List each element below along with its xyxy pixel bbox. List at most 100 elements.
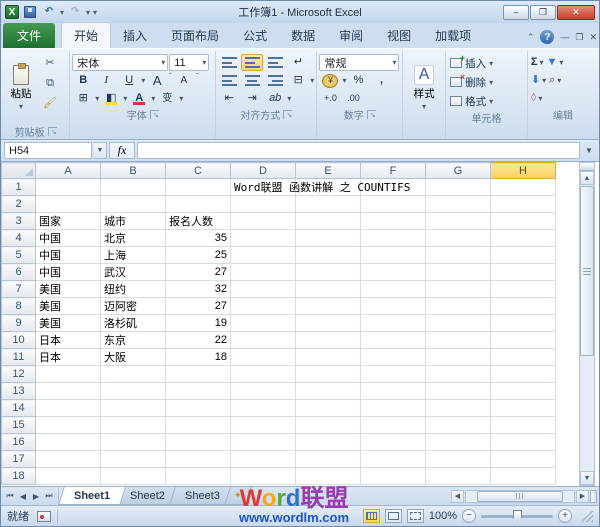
cell-C8[interactable]: 27	[166, 298, 231, 315]
cell-G18[interactable]	[426, 468, 491, 485]
cell-B2[interactable]	[101, 196, 166, 213]
phonetic-dropdown-icon[interactable]: ▾	[179, 94, 183, 103]
cell-B6[interactable]: 武汉	[101, 264, 166, 281]
scroll-left-icon[interactable]: ◀	[451, 490, 464, 503]
cell-G14[interactable]	[426, 400, 491, 417]
cell-F14[interactable]	[361, 400, 426, 417]
fill-button[interactable]: ⬇▾	[530, 72, 547, 89]
tab-视图[interactable]: 视图	[375, 23, 423, 48]
macro-record-icon[interactable]	[37, 511, 51, 522]
horizontal-scroll-thumb[interactable]	[477, 491, 563, 502]
currency-format-button[interactable]: ¥	[319, 72, 341, 89]
cell-G2[interactable]	[426, 196, 491, 213]
tab-file[interactable]: 文件	[3, 23, 55, 48]
cell-A1[interactable]	[36, 179, 101, 196]
cell-F16[interactable]	[361, 434, 426, 451]
prev-sheet-icon[interactable]: ◀	[17, 492, 29, 501]
cell-B9[interactable]: 洛杉矶	[101, 315, 166, 332]
cell-C4[interactable]: 35	[166, 230, 231, 247]
cell-C15[interactable]	[166, 417, 231, 434]
first-sheet-icon[interactable]: ⏮	[4, 491, 16, 501]
cell-E5[interactable]	[296, 247, 361, 264]
row-header-10[interactable]: 10	[2, 332, 36, 349]
excel-app-icon[interactable]: X	[5, 5, 19, 19]
middle-align-button[interactable]	[241, 54, 263, 71]
cell-C9[interactable]: 19	[166, 315, 231, 332]
help-icon[interactable]: ?	[540, 30, 554, 44]
row-header-7[interactable]: 7	[2, 281, 36, 298]
cell-C11[interactable]: 18	[166, 349, 231, 366]
row-header-11[interactable]: 11	[2, 349, 36, 366]
cell-D12[interactable]	[231, 366, 296, 383]
cell-F7[interactable]	[361, 281, 426, 298]
normal-view-button[interactable]	[363, 509, 380, 523]
tab-加载项[interactable]: 加载项	[423, 23, 483, 48]
scroll-down-icon[interactable]: ▼	[580, 471, 594, 485]
cell-G3[interactable]	[426, 213, 491, 230]
cell-D15[interactable]	[231, 417, 296, 434]
styles-button[interactable]: A 样式 ▾	[407, 52, 441, 124]
cell-H8[interactable]	[491, 298, 556, 315]
row-header-15[interactable]: 15	[2, 417, 36, 434]
fill-color-button[interactable]: ◧	[100, 90, 122, 107]
grow-font-button[interactable]: A	[146, 72, 168, 89]
cell-B10[interactable]: 东京	[101, 332, 166, 349]
vertical-scroll-thumb[interactable]	[580, 186, 594, 356]
cell-E15[interactable]	[296, 417, 361, 434]
cell-H1[interactable]	[491, 179, 556, 196]
percent-format-button[interactable]: %	[347, 72, 369, 89]
formula-input[interactable]	[137, 142, 580, 159]
vertical-scrollbar[interactable]: ▲ ▼	[579, 162, 595, 486]
column-header-F[interactable]: F	[361, 163, 426, 179]
paste-dropdown-icon[interactable]: ▾	[19, 102, 23, 111]
delete-cells-button[interactable]: 删除▾	[448, 73, 525, 91]
cell-E7[interactable]	[296, 281, 361, 298]
cell-G12[interactable]	[426, 366, 491, 383]
cell-C12[interactable]	[166, 366, 231, 383]
cell-E14[interactable]	[296, 400, 361, 417]
column-header-C[interactable]: C	[166, 163, 231, 179]
cell-D16[interactable]	[231, 434, 296, 451]
sort-filter-button[interactable]: ▼▾	[546, 54, 565, 71]
cell-G1[interactable]	[426, 179, 491, 196]
next-sheet-icon[interactable]: ▶	[30, 492, 42, 501]
cell-H4[interactable]	[491, 230, 556, 247]
column-header-B[interactable]: B	[101, 163, 166, 179]
cell-H14[interactable]	[491, 400, 556, 417]
font-dialog-launcher-icon[interactable]: ↘	[150, 110, 159, 119]
cell-B8[interactable]: 迈阿密	[101, 298, 166, 315]
undo-button[interactable]: ↶	[41, 5, 57, 19]
insert-cells-button[interactable]: 插入▾	[448, 54, 525, 72]
column-header-G[interactable]: G	[426, 163, 491, 179]
cell-H11[interactable]	[491, 349, 556, 366]
currency-dropdown-icon[interactable]: ▾	[342, 76, 346, 85]
cell-E9[interactable]	[296, 315, 361, 332]
tab-数据[interactable]: 数据	[279, 23, 327, 48]
comma-format-button[interactable]: ,	[370, 72, 392, 89]
cell-G6[interactable]	[426, 264, 491, 281]
undo-dropdown-icon[interactable]: ▾	[60, 8, 64, 17]
cell-B3[interactable]: 城市	[101, 213, 166, 230]
row-header-6[interactable]: 6	[2, 264, 36, 281]
cell-D13[interactable]	[231, 383, 296, 400]
redo-button[interactable]: ↷	[67, 5, 83, 19]
cell-A17[interactable]	[36, 451, 101, 468]
name-box-dropdown-icon[interactable]: ▼	[94, 142, 107, 159]
scroll-right-icon[interactable]: ▶	[576, 490, 589, 503]
cell-C14[interactable]	[166, 400, 231, 417]
zoom-slider[interactable]	[481, 515, 553, 518]
formula-bar-expand-icon[interactable]: ▼	[582, 142, 596, 159]
last-sheet-icon[interactable]: ⏭	[43, 491, 55, 501]
row-header-14[interactable]: 14	[2, 400, 36, 417]
increase-decimal-button[interactable]: +.0	[319, 90, 341, 107]
cell-E3[interactable]	[296, 213, 361, 230]
row-header-2[interactable]: 2	[2, 196, 36, 213]
row-header-3[interactable]: 3	[2, 213, 36, 230]
row-header-13[interactable]: 13	[2, 383, 36, 400]
cell-G16[interactable]	[426, 434, 491, 451]
cell-C2[interactable]	[166, 196, 231, 213]
cell-D1[interactable]: Word联盟 函数讲解 之 COUNTIFS	[231, 179, 296, 196]
orientation-dropdown-icon[interactable]: ▾	[287, 94, 291, 103]
cell-F4[interactable]	[361, 230, 426, 247]
cell-A6[interactable]: 中国	[36, 264, 101, 281]
